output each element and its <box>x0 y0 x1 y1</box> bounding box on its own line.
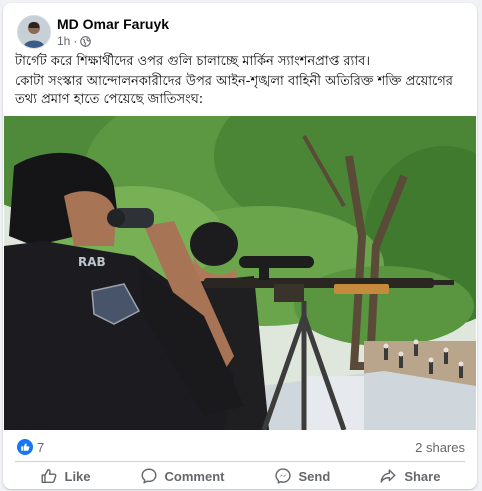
reaction-count[interactable]: 7 <box>37 440 44 455</box>
thumbs-up-icon <box>41 468 56 484</box>
action-divider <box>15 461 465 462</box>
post-text: টার্গেট করে শিক্ষার্থীদের ওপর গুলি চালাচ… <box>15 53 461 111</box>
post-headline: টার্গেট করে শিক্ষার্থীদের ওপর গুলি চালাচ… <box>15 54 370 69</box>
share-count[interactable]: 2 shares <box>415 440 465 455</box>
avatar[interactable] <box>17 15 51 49</box>
post-header: MD Omar Faruyk 1h · <box>13 13 467 49</box>
share-button[interactable]: Share <box>371 465 448 487</box>
post-meta: 1h · <box>57 34 92 48</box>
action-bar: Like Comment Send Share <box>15 463 465 489</box>
globe-icon <box>80 35 92 47</box>
comment-button[interactable]: Comment <box>132 465 233 487</box>
vest-label: RAB <box>78 255 106 269</box>
like-button[interactable]: Like <box>32 465 99 487</box>
meta-separator: · <box>73 34 78 48</box>
post-photo[interactable]: RAB <box>4 116 476 430</box>
reaction-stats: 7 2 shares <box>15 437 465 459</box>
like-label: Like <box>64 468 91 484</box>
like-icon[interactable] <box>17 439 33 455</box>
share-label: Share <box>404 468 441 484</box>
post-body: কোটা সংস্কার আন্দোলনকারীদের উপর আইন-শৃঙ্… <box>15 74 453 107</box>
comment-label: Comment <box>164 468 225 484</box>
share-icon <box>380 469 396 483</box>
comment-icon <box>141 468 157 484</box>
author-name[interactable]: MD Omar Faruyk <box>57 16 169 32</box>
send-label: Send <box>298 468 331 484</box>
post-card: MD Omar Faruyk 1h · টার্গেট করে শিক্ষার্… <box>3 3 477 489</box>
send-button[interactable]: Send <box>266 465 339 487</box>
post-time[interactable]: 1h <box>57 34 70 48</box>
photo-illustration: RAB <box>4 116 476 430</box>
avatar-image <box>18 16 50 48</box>
messenger-icon <box>274 468 291 484</box>
